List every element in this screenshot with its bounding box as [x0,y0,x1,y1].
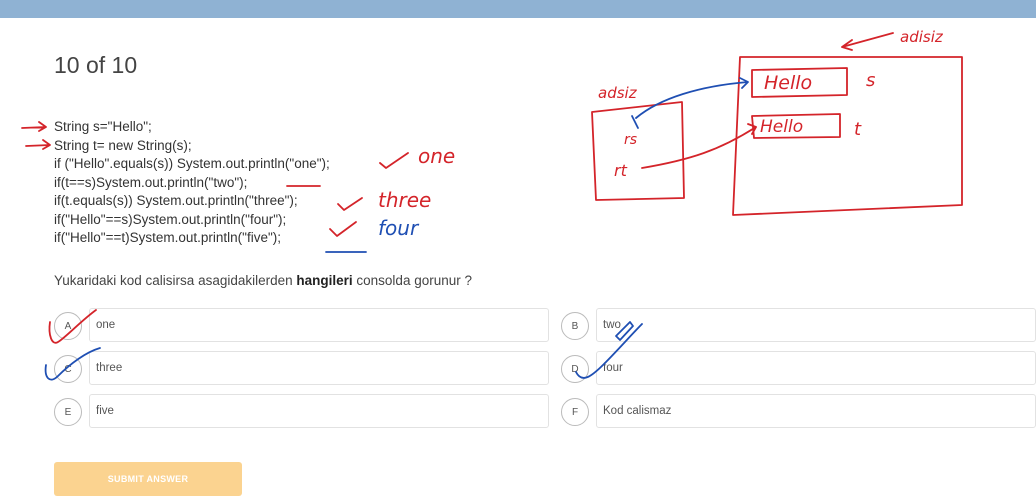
code-line: if ("Hello".equals(s)) System.out.printl… [54,156,330,171]
ref-s-dot [631,115,639,129]
code-line: if(t.equals(s)) System.out.println("thre… [54,193,298,208]
check-mark-three [337,197,363,211]
option-letter-c: C [54,355,82,383]
question-text: Yukaridaki kod calisirsa asagidakilerden… [54,273,472,288]
hello-text-1: Hello [764,72,812,94]
question-counter: 10 of 10 [54,52,138,78]
option-letter-d: D [561,355,589,383]
code-block: String s="Hello"; String t= new String(s… [54,118,330,248]
note-four: four [378,216,420,240]
question-bold: hangileri [296,273,353,288]
option-letter-f: F [561,398,589,426]
top-bar [0,0,1036,18]
option-letter-b: B [561,312,589,340]
question-prefix: Yukaridaki kod calisirsa asagidakilerden [54,273,297,288]
code-line: if(t==s)System.out.println("two"); [54,174,248,190]
heap-label: adisiz [900,28,944,46]
option-box-d[interactable]: four [596,351,1036,385]
ref-s-label: rs [624,132,637,148]
check-mark-four [329,221,357,237]
question-suffix: consolda gorunur ? [352,273,472,288]
stack-box [591,101,685,201]
option-box-e[interactable]: five [89,394,549,428]
option-box-c[interactable]: three [89,351,549,385]
code-line: if("Hello"==t)System.out.println("five")… [54,230,281,245]
submit-answer-button[interactable]: SUBMIT ANSWER [54,462,242,496]
hello-box-2 [751,113,841,139]
hello-box-1 [751,67,848,98]
option-letter-e: E [54,398,82,426]
stack-label: adsiz [598,84,638,102]
option-box-b[interactable]: two [596,308,1036,342]
ref-t-arrow [641,123,757,169]
arrow-line-2 [25,139,51,150]
heap-label-arrow [841,32,894,51]
code-line: String s="Hello"; [54,119,152,134]
ref-t-label: rt [614,161,628,180]
var-s-label: s [866,70,875,91]
heap-box [732,56,963,216]
note-one: one [418,144,455,168]
option-box-a[interactable]: one [89,308,549,342]
option-box-f[interactable]: Kod calismaz [596,394,1036,428]
ref-s-arrow [635,77,749,119]
var-t-label: t [854,119,862,140]
check-mark-one [379,152,409,169]
hello-text-2: Hello [760,117,803,137]
option-letter-a: A [54,312,82,340]
code-line: String t= new String(s); [54,137,192,153]
code-line: if("Hello"==s)System.out.println("four")… [54,211,287,227]
arrow-line-1 [21,121,47,132]
note-three: three [378,188,431,212]
